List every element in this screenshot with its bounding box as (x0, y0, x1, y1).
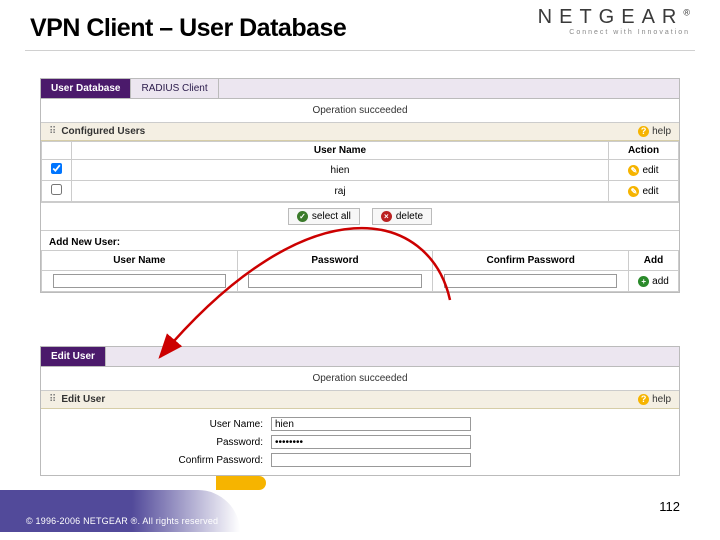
delete-icon: × (381, 211, 392, 222)
add-confirm-password-input[interactable] (444, 274, 618, 288)
add-password-input[interactable] (248, 274, 422, 288)
row-checkbox[interactable] (51, 163, 62, 174)
row-user: raj (72, 181, 609, 202)
edit-icon: ✎ (628, 186, 639, 197)
page-number: 112 (659, 499, 680, 514)
tab-user-database[interactable]: User Database (41, 79, 131, 98)
tab-edit-user[interactable]: Edit User (41, 347, 106, 366)
edit-button[interactable]: ✎edit (628, 165, 658, 176)
section-title: Edit User (61, 394, 105, 405)
user-name-label: User Name: (41, 419, 271, 430)
col-user-name: User Name (72, 142, 609, 160)
title-divider (25, 50, 695, 51)
slide-title: VPN Client – User Database (30, 14, 346, 43)
brand-logo: NETGEAR® (538, 6, 690, 29)
confirm-password-label: Confirm Password: (41, 455, 271, 466)
add-user-table: User Name Password Confirm Password Add … (41, 250, 679, 292)
add-user-name-input[interactable] (53, 274, 227, 288)
col-action: Action (609, 142, 679, 160)
edit-icon: ✎ (628, 165, 639, 176)
tab-bar: User Database RADIUS Client (41, 79, 679, 99)
configured-users-table: User Name Action hien ✎edit raj ✎edit (41, 141, 679, 202)
edit-password-input[interactable] (271, 435, 471, 449)
edit-user-header: ⠿ Edit User ?help (41, 391, 679, 409)
addcol-add: Add (629, 251, 679, 271)
table-row: raj ✎edit (42, 181, 679, 202)
help-icon: ? (638, 394, 649, 405)
password-label: Password: (41, 437, 271, 448)
section-grip-icon: ⠿ (49, 394, 56, 405)
configured-users-header: ⠿ Configured Users ?help (41, 123, 679, 141)
status-message: Operation succeeded (41, 367, 679, 391)
addcol-confirm: Confirm Password (433, 251, 629, 271)
tab-radius-client[interactable]: RADIUS Client (131, 79, 218, 98)
add-new-user-title: Add New User: (41, 231, 679, 250)
user-database-panel: User Database RADIUS Client Operation su… (40, 78, 680, 293)
section-title: Configured Users (61, 126, 145, 137)
edit-confirm-password-input[interactable] (271, 453, 471, 467)
addcol-pass: Password (237, 251, 433, 271)
tab-bar-edit: Edit User (41, 347, 679, 367)
help-icon: ? (638, 126, 649, 137)
addcol-user: User Name (42, 251, 238, 271)
delete-button[interactable]: ×delete (372, 208, 432, 225)
edit-user-panel: Edit User Operation succeeded ⠿ Edit User… (40, 346, 680, 476)
row-checkbox[interactable] (51, 184, 62, 195)
edit-user-form: User Name: Password: Confirm Password: (41, 409, 679, 475)
brand-tagline: Connect with Innovation (538, 29, 690, 36)
footer-copyright: © 1996-2006 NETGEAR ®. All rights reserv… (26, 516, 218, 526)
help-link[interactable]: ?help (638, 394, 671, 405)
edit-button[interactable]: ✎edit (628, 186, 658, 197)
table-row: hien ✎edit (42, 160, 679, 181)
help-link[interactable]: ?help (638, 126, 671, 137)
status-message: Operation succeeded (41, 99, 679, 123)
add-button[interactable]: +add (638, 276, 669, 287)
add-icon: + (638, 276, 649, 287)
section-grip-icon: ⠿ (49, 126, 56, 137)
brand-block: NETGEAR® Connect with Innovation (538, 6, 690, 36)
edit-user-name-input[interactable] (271, 417, 471, 431)
select-all-icon: ✓ (297, 211, 308, 222)
table-actions: ✓select all ×delete (41, 202, 679, 231)
row-user: hien (72, 160, 609, 181)
select-all-button[interactable]: ✓select all (288, 208, 360, 225)
col-checkbox (42, 142, 72, 160)
